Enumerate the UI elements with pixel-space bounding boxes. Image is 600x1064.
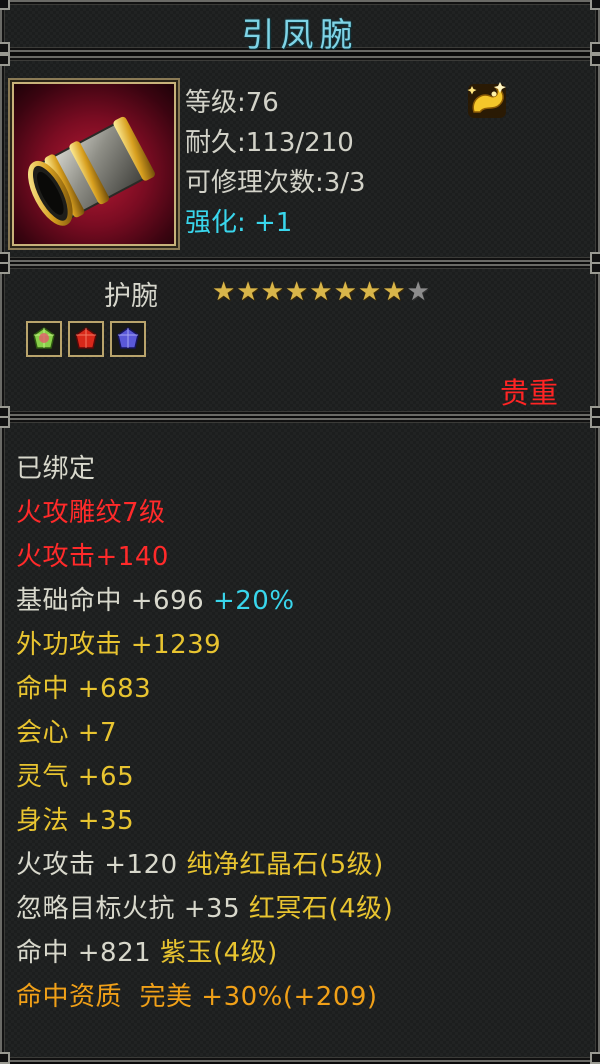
gem2-stat: 忽略目标火抗 +35 [16,894,241,924]
title-bar: 引凤腕 [0,0,600,54]
star-empty-icon: ★ [406,277,430,307]
agility-attr: 身法 +35 [16,806,135,836]
star-filled-icon: ★ [212,277,236,307]
item-type-label: 护腕 [104,281,158,312]
fire-attack-attr: 火攻击+140 [16,542,169,572]
item-name: 引凤腕 [241,15,359,54]
blue-gem-icon[interactable] [110,321,146,357]
gem1-attr: 火攻击 +120 纯净红晶石(5级) [16,844,384,881]
quality-attr: 命中资质 完美 +30%(+209) [16,982,378,1012]
star-filled-icon: ★ [284,277,309,307]
enhance-stat: 强化: +1 [185,208,293,238]
star-filled-icon: ★ [333,277,357,307]
gem3-stat: 命中 +821 [16,938,152,968]
engrave-attr: 火攻雕纹7级 [16,498,166,528]
gem1-name: 纯净红晶石(5级) [186,850,384,880]
repair-count-stat: 可修理次数:3/3 [185,168,366,198]
red-gem-icon[interactable] [68,321,104,357]
star-filled-icon: ★ [236,277,260,307]
item-info-panel: 等级:76 耐久:113/210 可修理次数:3/3 强化: +1 [0,54,600,264]
crit-attr: 会心 +7 [16,718,118,748]
spirit-attr: 灵气 +65 [16,762,135,792]
bound-status: 已绑定 [16,454,96,484]
star-filled-icon: ★ [309,277,333,307]
base-hit-value: 基础命中 +696 [16,586,205,616]
gem1-stat: 火攻击 +120 [16,850,178,880]
durability-stat: 耐久:113/210 [185,128,354,158]
base-hit-attr: 基础命中 +696 +20% [16,580,295,617]
star-filled-icon: ★ [260,277,284,307]
star-filled-icon: ★ [382,277,406,307]
base-hit-bonus: +20% [212,586,295,616]
rarity-label: 贵重 [499,376,558,410]
attributes-panel: 已绑定 火攻雕纹7级 火攻击+140 基础命中 +696 +20% 外功攻击 +… [0,416,600,1064]
gem3-attr: 命中 +821 紫玉(4级) [16,932,278,969]
star-filled-icon: ★ [357,277,382,307]
star-rating: ★ ★ ★ ★ ★ ★ ★ ★ ★ [212,278,430,306]
gem-slots [26,321,146,357]
gem2-name: 红冥石(4级) [248,894,394,924]
ext-attack-attr: 外功攻击 +1239 [16,630,222,660]
gem3-name: 紫玉(4级) [159,938,278,968]
hit-attr: 命中 +683 [16,674,152,704]
item-type-panel: 护腕 ★ ★ ★ ★ ★ ★ ★ ★ ★ 贵重 [0,262,600,418]
gem2-attr: 忽略目标火抗 +35 红冥石(4级) [16,888,393,925]
gold-dragon-icon [464,78,510,122]
green-gem-icon[interactable] [26,321,62,357]
level-stat: 等级:76 [185,88,279,118]
bracer-icon[interactable] [12,82,176,246]
